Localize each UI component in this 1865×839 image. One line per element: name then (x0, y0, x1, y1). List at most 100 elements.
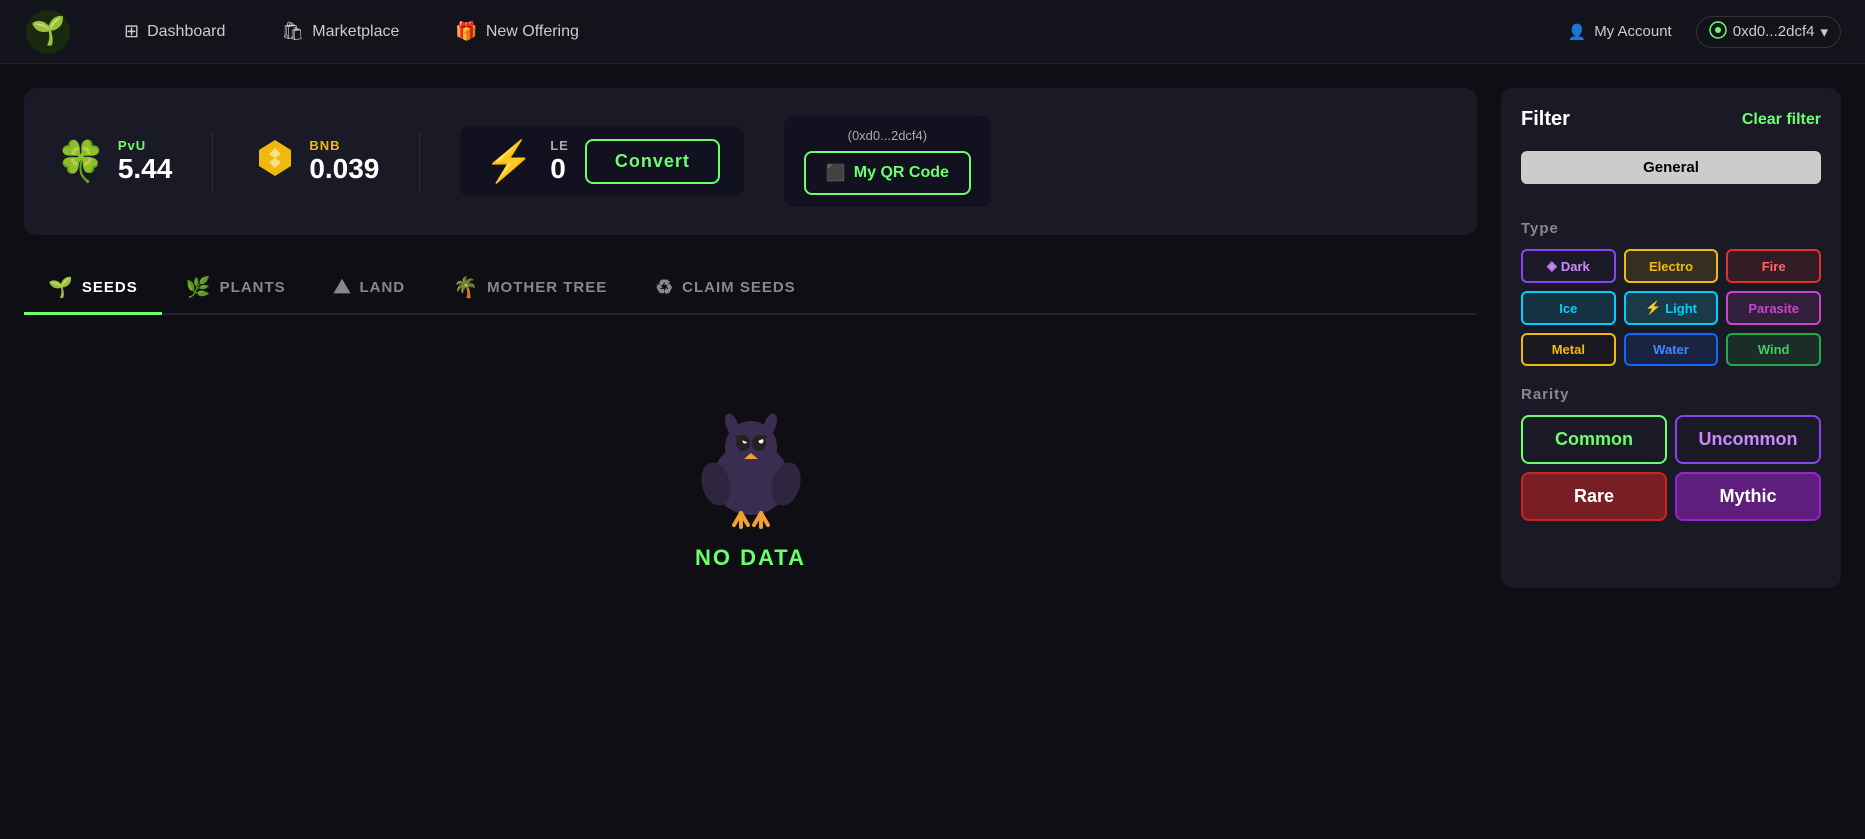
rarity-section-label: Rarity (1521, 386, 1821, 403)
qr-panel: (0xd0...2dcf4) ⬛ My QR Code (784, 116, 991, 207)
parasite-label: Parasite (1748, 301, 1799, 316)
nav-dashboard-label: Dashboard (147, 23, 225, 41)
mother-tree-tab-icon: 🌴 (453, 275, 479, 300)
marketplace-icon: 🛍 (281, 21, 304, 42)
divider-2 (419, 132, 420, 192)
divider-1 (212, 132, 213, 192)
type-water-button[interactable]: Water (1624, 333, 1719, 366)
nav-right: 👤 My Account 0xd0...2dcf4 ▾ (1568, 16, 1842, 48)
clear-filter-button[interactable]: Clear filter (1742, 111, 1821, 129)
chevron-down-icon: ▾ (1820, 23, 1828, 41)
le-info: LE 0 (550, 138, 569, 185)
type-light-button[interactable]: ⚡ Light (1624, 291, 1719, 325)
dashboard-icon: ⊞ (124, 21, 139, 42)
seeds-tab-icon: 🌱 (48, 275, 74, 300)
left-content: 🍀 PvU 5.44 BNB 0.039 (24, 88, 1477, 631)
light-label: Light (1665, 301, 1697, 316)
pvu-balance: 🍀 PvU 5.44 (56, 138, 172, 185)
land-tab-label: LAND (359, 279, 405, 296)
my-account-button[interactable]: 👤 My Account (1568, 23, 1672, 41)
land-tab-icon: ⛰ (334, 276, 352, 299)
rarity-rare-button[interactable]: Rare (1521, 472, 1667, 521)
rarity-mythic-button[interactable]: Mythic (1675, 472, 1821, 521)
bnb-icon (253, 136, 297, 187)
filter-title: Filter (1521, 108, 1570, 131)
tab-mother-tree[interactable]: 🌴 MOTHER TREE (429, 263, 631, 315)
type-metal-button[interactable]: Metal (1521, 333, 1616, 366)
logo-icon: 🌱 (24, 8, 72, 56)
fire-label: Fire (1762, 259, 1786, 274)
light-icon: ⚡ (1645, 300, 1661, 316)
ice-label: Ice (1559, 301, 1577, 316)
electro-label: Electro (1649, 259, 1693, 274)
type-fire-button[interactable]: Fire (1726, 249, 1821, 283)
le-icon: ⚡ (484, 138, 534, 185)
account-label: My Account (1594, 23, 1672, 40)
type-section: Type ◈ Dark Electro Fire Ice ⚡ Light (1521, 220, 1821, 366)
tab-claim-seeds[interactable]: ♻ CLAIM SEEDS (631, 263, 819, 315)
rarity-uncommon-button[interactable]: Uncommon (1675, 415, 1821, 464)
plants-tab-icon: 🌿 (186, 275, 212, 300)
type-grid: ◈ Dark Electro Fire Ice ⚡ Light Parasite (1521, 249, 1821, 366)
convert-button[interactable]: Convert (585, 139, 720, 184)
wind-label: Wind (1758, 342, 1790, 357)
empty-state-bird (686, 399, 816, 529)
bnb-value: 0.039 (309, 153, 379, 185)
claim-seeds-tab-icon: ♻ (655, 275, 674, 300)
svg-text:🌱: 🌱 (31, 15, 66, 47)
filter-header: Filter Clear filter (1521, 108, 1821, 131)
no-data-area: No data (24, 339, 1477, 631)
le-label: LE (550, 138, 569, 153)
no-data-label: No data (695, 545, 806, 571)
nav-dashboard[interactable]: ⊞ Dashboard (112, 13, 237, 50)
metal-label: Metal (1552, 342, 1585, 357)
type-dark-button[interactable]: ◈ Dark (1521, 249, 1616, 283)
plants-tab-label: PLANTS (220, 279, 286, 296)
bnb-info: BNB 0.039 (309, 138, 379, 185)
type-section-label: Type (1521, 220, 1821, 237)
qr-icon: ⬛ (826, 163, 846, 183)
nav-marketplace[interactable]: 🛍 Marketplace (269, 13, 411, 50)
type-ice-button[interactable]: Ice (1521, 291, 1616, 325)
navbar: 🌱 ⊞ Dashboard 🛍 Marketplace 🎁 New Offeri… (0, 0, 1865, 64)
nav-new-offering-label: New Offering (486, 23, 579, 41)
bnb-label: BNB (309, 138, 379, 153)
le-value: 0 (550, 153, 569, 185)
filter-sidebar: Filter Clear filter General Type ◈ Dark … (1501, 88, 1841, 588)
type-electro-button[interactable]: Electro (1624, 249, 1719, 283)
type-wind-button[interactable]: Wind (1726, 333, 1821, 366)
account-icon: 👤 (1568, 23, 1587, 41)
pvu-info: PvU 5.44 (118, 138, 173, 185)
tab-seeds[interactable]: 🌱 SEEDS (24, 263, 162, 315)
dark-icon: ◈ (1547, 258, 1557, 274)
pvu-icon: 🍀 (56, 142, 106, 182)
my-qr-code-button[interactable]: ⬛ My QR Code (804, 151, 971, 195)
rarity-grid: Common Uncommon Rare Mythic (1521, 415, 1821, 521)
pvu-label: PvU (118, 138, 173, 153)
bnb-balance: BNB 0.039 (253, 136, 379, 187)
seeds-tab-label: SEEDS (82, 279, 138, 296)
tab-land[interactable]: ⛰ LAND (310, 263, 429, 315)
inventory-tabs: 🌱 SEEDS 🌿 PLANTS ⛰ LAND 🌴 MOTHER TREE ♻ … (24, 263, 1477, 315)
tab-plants[interactable]: 🌿 PLANTS (162, 263, 310, 315)
general-filter-button[interactable]: General (1521, 151, 1821, 184)
nav-marketplace-label: Marketplace (312, 23, 399, 41)
wallet-panel: 🍀 PvU 5.44 BNB 0.039 (24, 88, 1477, 235)
wallet-address-button[interactable]: 0xd0...2dcf4 ▾ (1696, 16, 1841, 48)
wallet-display-address: (0xd0...2dcf4) (848, 128, 928, 143)
le-box: ⚡ LE 0 Convert (460, 126, 743, 197)
type-parasite-button[interactable]: Parasite (1726, 291, 1821, 325)
pvu-value: 5.44 (118, 153, 173, 185)
logo[interactable]: 🌱 (24, 8, 72, 56)
mother-tree-tab-label: MOTHER TREE (487, 279, 607, 296)
general-section: General (1521, 151, 1821, 200)
main-container: 🍀 PvU 5.44 BNB 0.039 (0, 64, 1865, 655)
nav-new-offering[interactable]: 🎁 New Offering (443, 13, 591, 50)
new-offering-icon: 🎁 (455, 21, 477, 42)
nav-links: ⊞ Dashboard 🛍 Marketplace 🎁 New Offering (112, 13, 1568, 50)
wallet-address: 0xd0...2dcf4 (1733, 23, 1815, 40)
qr-label: My QR Code (854, 164, 949, 182)
dark-label: Dark (1561, 259, 1590, 274)
wallet-icon (1709, 21, 1727, 43)
rarity-common-button[interactable]: Common (1521, 415, 1667, 464)
